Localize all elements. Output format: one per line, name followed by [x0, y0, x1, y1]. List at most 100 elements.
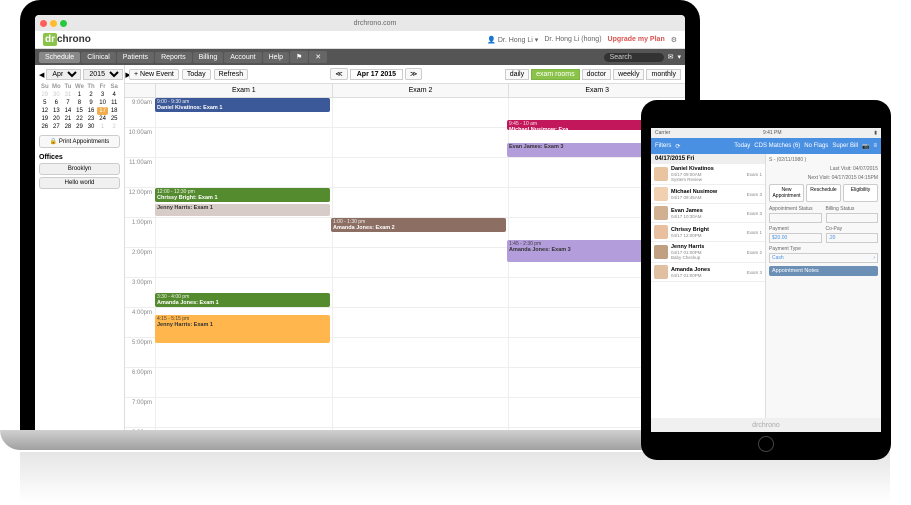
cal-day[interactable]: 6 [51, 99, 63, 107]
payment-type-select[interactable]: Cash› [769, 253, 878, 263]
cal-day[interactable]: 3 [97, 91, 109, 99]
reschedule-button[interactable]: Reschedule [806, 184, 841, 202]
cal-day[interactable]: 1 [74, 91, 86, 99]
close-icon[interactable] [40, 20, 47, 27]
cal-day[interactable]: 12 [39, 107, 51, 115]
cal-day[interactable]: 2 [108, 123, 120, 131]
cal-day[interactable]: 27 [51, 123, 63, 131]
cal-day[interactable]: 25 [108, 115, 120, 123]
maximize-icon[interactable] [60, 20, 67, 27]
nav-account[interactable]: Account [224, 52, 261, 63]
appt-amanda-jones-2[interactable]: 1:00 - 1:30 pmAmanda Jones: Exam 2 [331, 218, 506, 232]
appt-jenny-harris-2[interactable]: 4:15 - 5:15 pmJenny Harris: Exam 1 [155, 315, 330, 343]
search-input[interactable]: Search [604, 53, 664, 62]
cal-day[interactable]: 8 [74, 99, 86, 107]
cal-day[interactable]: 26 [39, 123, 51, 131]
patient-row[interactable]: Amanda Jones04/17 01:00PMExam 3 [651, 263, 765, 282]
nav-flag-icon[interactable]: ⚑ [290, 51, 308, 63]
patient-row[interactable]: Daniel Kivatinos04/17 09:00AMSystem Revi… [651, 164, 765, 185]
user-dropdown-1[interactable]: 👤 Dr. Hong Li ▾ [487, 36, 538, 44]
cal-day[interactable]: 20 [51, 115, 63, 123]
cal-day[interactable]: 11 [108, 99, 120, 107]
appt-amanda-jones-1[interactable]: 3:30 - 4:00 pmAmanda Jones: Exam 1 [155, 293, 330, 307]
refresh-icon[interactable]: ⟳ [675, 143, 680, 150]
cal-day[interactable]: 29 [74, 123, 86, 131]
nav-x-icon[interactable]: ✕ [309, 51, 327, 63]
view-weekly[interactable]: weekly [613, 69, 644, 80]
prev-day-icon[interactable]: ≪ [330, 68, 347, 80]
cal-day[interactable]: 14 [62, 107, 74, 115]
billing-status-select[interactable] [826, 213, 879, 223]
new-event-button[interactable]: + New Event [129, 69, 179, 80]
today-button[interactable]: Today [734, 143, 750, 149]
menu-icon[interactable]: ≡ [873, 143, 877, 149]
payment-input[interactable]: $20.00 [769, 233, 822, 243]
cal-day[interactable]: 7 [62, 99, 74, 107]
refresh-button[interactable]: Refresh [214, 69, 249, 80]
patient-row[interactable]: Evan James04/17 10:30AMExam 3 [651, 204, 765, 223]
nav-help[interactable]: Help [263, 52, 289, 63]
super-bill-button[interactable]: Super Bill [832, 143, 858, 149]
office-hello-world[interactable]: Hello world [39, 177, 120, 189]
view-exam-rooms[interactable]: exam rooms [531, 69, 580, 80]
home-button[interactable] [758, 436, 774, 452]
prev-month-icon[interactable]: ◀ [39, 71, 44, 79]
cal-day[interactable]: 30 [51, 91, 63, 99]
cal-day[interactable]: 10 [97, 99, 109, 107]
cal-day[interactable]: 15 [74, 107, 86, 115]
calendar-body[interactable]: 9:00am 10:00am 11:00am 12:00pm 1:00pm 2:… [125, 98, 685, 440]
view-doctor[interactable]: doctor [582, 69, 611, 80]
eligibility-button[interactable]: Eligibility [843, 184, 878, 202]
upgrade-link[interactable]: Upgrade my Plan [608, 36, 665, 43]
cal-day[interactable]: 19 [39, 115, 51, 123]
cal-day[interactable]: 13 [51, 107, 63, 115]
url-bar[interactable]: drchrono.com [70, 20, 680, 27]
cal-day[interactable]: 29 [39, 91, 51, 99]
view-daily[interactable]: daily [505, 69, 529, 80]
cal-day[interactable]: 16 [85, 107, 97, 115]
appt-jenny-harris-1[interactable]: Jenny Harris: Exam 1 [155, 204, 330, 216]
next-day-icon[interactable]: ≫ [405, 68, 422, 80]
camera-icon[interactable]: 📷 [862, 143, 869, 150]
settings-icon[interactable]: ⚙ [671, 36, 677, 44]
nav-billing[interactable]: Billing [193, 52, 224, 63]
office-brooklyn[interactable]: Brooklyn [39, 163, 120, 175]
cal-day-selected[interactable]: 17 [97, 107, 109, 115]
print-appointments-button[interactable]: 🔒 Print Appointments [39, 135, 120, 148]
new-appointment-button[interactable]: New Appointment [769, 184, 804, 202]
patient-row[interactable]: Michael Nusimow04/17 09:45AMExam 3 [651, 185, 765, 204]
cal-day[interactable]: 2 [85, 91, 97, 99]
dropdown-icon[interactable]: ▾ [677, 53, 681, 61]
cal-day[interactable]: 23 [85, 115, 97, 123]
year-select[interactable]: 2015 [83, 69, 123, 80]
flags-button[interactable]: No Flags [804, 143, 828, 149]
patient-list[interactable]: 04/17/2015 Fri Daniel Kivatinos04/17 09:… [651, 154, 766, 418]
cal-day[interactable]: 21 [62, 115, 74, 123]
nav-patients[interactable]: Patients [117, 52, 154, 63]
cal-day[interactable]: 1 [97, 123, 109, 131]
today-button[interactable]: Today [182, 69, 211, 80]
cal-day[interactable]: 5 [39, 99, 51, 107]
cal-day[interactable]: 22 [74, 115, 86, 123]
cal-day[interactable]: 4 [108, 91, 120, 99]
patient-row[interactable]: Jenny Harris04/17 01:00PMBaby CheckupExa… [651, 242, 765, 263]
cal-day[interactable]: 30 [85, 123, 97, 131]
appt-status-select[interactable] [769, 213, 822, 223]
cal-day[interactable]: 31 [62, 91, 74, 99]
cal-day[interactable]: 28 [62, 123, 74, 131]
appt-chrissy-bright[interactable]: 12:00 - 12:30 pmChrissy Bright: Exam 1 [155, 188, 330, 202]
view-monthly[interactable]: monthly [646, 69, 681, 80]
cds-matches-button[interactable]: CDS Matches (6) [754, 143, 800, 149]
user-dropdown-2[interactable]: Dr. Hong Li (hong) [544, 36, 601, 43]
nav-reports[interactable]: Reports [155, 52, 192, 63]
current-date[interactable]: Apr 17 2015 [350, 69, 403, 80]
appt-kivatinos[interactable]: 9:00 - 9:30 amDaniel Kivatinos: Exam 1 [155, 98, 330, 112]
cal-day[interactable]: 24 [97, 115, 109, 123]
month-select[interactable]: Apr [46, 69, 81, 80]
nav-schedule[interactable]: Schedule [39, 52, 80, 63]
patient-row[interactable]: Chrissy Bright04/17 12:00PMExam 1 [651, 223, 765, 242]
cal-day[interactable]: 9 [85, 99, 97, 107]
copay-input[interactable]: .20 [826, 233, 879, 243]
nav-clinical[interactable]: Clinical [81, 52, 116, 63]
cal-day[interactable]: 18 [108, 107, 120, 115]
